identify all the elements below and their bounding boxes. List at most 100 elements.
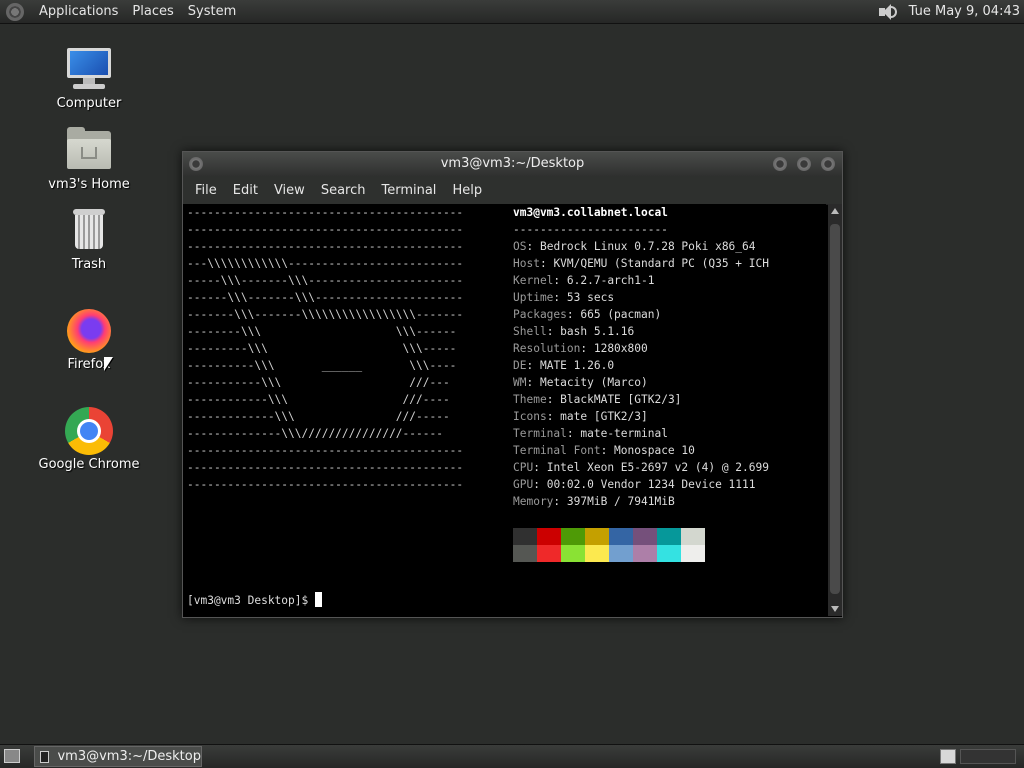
show-desktop-icon[interactable] <box>4 749 20 763</box>
desktop-icon-label: Google Chrome <box>38 457 140 472</box>
home-folder-icon <box>65 127 113 175</box>
info-row: Theme: BlackMATE [GTK2/3] <box>513 391 769 408</box>
menu-applications[interactable]: Applications <box>32 4 125 19</box>
menu-places[interactable]: Places <box>125 4 180 19</box>
palette-swatch <box>537 545 561 562</box>
info-row: Resolution: 1280x800 <box>513 340 769 357</box>
palette-swatch <box>585 545 609 562</box>
panel-tray: Tue May 9, 04:43 <box>877 2 1024 22</box>
terminal-window[interactable]: vm3@vm3:~/Desktop File Edit View Search … <box>182 151 843 618</box>
info-key: GPU <box>513 478 534 491</box>
desktop-icon-firefox[interactable]: Firefox <box>34 307 144 372</box>
minimize-button[interactable] <box>773 157 787 171</box>
info-key: Resolution <box>513 342 581 355</box>
color-palette <box>513 528 705 562</box>
info-key: Memory <box>513 495 554 508</box>
desktop-icon-label: Computer <box>56 96 122 111</box>
info-value: Metacity (Marco) <box>539 376 648 389</box>
taskbar-window-button[interactable]: vm3@vm3:~/Desktop <box>34 746 202 767</box>
trash-icon <box>65 207 113 255</box>
desktop-icon-computer[interactable]: Computer <box>34 46 144 111</box>
desktop-icon-home[interactable]: vm3's Home <box>34 127 144 192</box>
palette-swatch <box>681 528 705 545</box>
info-row: Terminal: mate-terminal <box>513 425 769 442</box>
palette-swatch <box>513 528 537 545</box>
mouse-pointer-icon <box>104 357 113 371</box>
palette-swatch <box>513 545 537 562</box>
info-colon: : <box>526 359 540 372</box>
info-value: 00:02.0 Vendor 1234 Device 1111 <box>546 478 756 491</box>
info-key: Terminal Font <box>513 444 601 457</box>
info-row: Kernel: 6.2.7-arch1-1 <box>513 272 769 289</box>
info-colon: : <box>553 274 567 287</box>
computer-icon <box>65 46 113 94</box>
info-key: WM <box>513 376 527 389</box>
scroll-down-icon[interactable] <box>831 606 839 612</box>
info-row: Shell: bash 5.1.16 <box>513 323 769 340</box>
info-row: Terminal Font: Monospace 10 <box>513 442 769 459</box>
info-row: Packages: 665 (pacman) <box>513 306 769 323</box>
info-row: DE: MATE 1.26.0 <box>513 357 769 374</box>
terminal-content[interactable]: ----------------------------------------… <box>183 204 826 616</box>
user-host: vm3@vm3.collabnet.local <box>513 206 668 219</box>
clock[interactable]: Tue May 9, 04:43 <box>909 4 1020 19</box>
info-colon: : <box>600 444 615 457</box>
info-key: Kernel <box>513 274 554 287</box>
menu-file[interactable]: File <box>187 183 225 198</box>
terminal-scrollbar[interactable] <box>828 204 842 616</box>
info-key: Uptime <box>513 291 554 304</box>
info-row: CPU: Intel Xeon E5-2697 v2 (4) @ 2.699 <box>513 459 769 476</box>
desktop-icon-chrome[interactable]: Google Chrome <box>34 407 144 472</box>
info-value: 397MiB / 7941MiB <box>566 495 675 508</box>
info-row: GPU: 00:02.0 Vendor 1234 Device 1111 <box>513 476 769 493</box>
info-value: BlackMATE [GTK2/3] <box>560 393 682 406</box>
menu-help[interactable]: Help <box>444 183 490 198</box>
info-value: bash 5.1.16 <box>560 325 635 338</box>
scroll-up-icon[interactable] <box>831 208 839 214</box>
info-colon: : <box>533 478 547 491</box>
workspace-switcher[interactable] <box>960 749 1016 764</box>
close-button[interactable] <box>821 157 835 171</box>
shell-prompt[interactable]: [vm3@vm3 Desktop]$ <box>187 592 322 609</box>
info-key: Host <box>513 257 540 270</box>
info-colon: : <box>566 427 581 440</box>
info-colon: : <box>533 461 547 474</box>
info-value: mate-terminal <box>580 427 668 440</box>
info-value: MATE 1.26.0 <box>539 359 615 372</box>
palette-swatch <box>609 528 633 545</box>
window-titlebar[interactable]: vm3@vm3:~/Desktop <box>183 152 842 176</box>
palette-swatch <box>657 528 681 545</box>
scrollbar-thumb[interactable] <box>830 224 840 594</box>
firefox-icon <box>65 307 113 355</box>
info-value: 6.2.7-arch1-1 <box>566 274 655 287</box>
menu-terminal[interactable]: Terminal <box>373 183 444 198</box>
desktop-icon-trash[interactable]: Trash <box>34 207 144 272</box>
workspace-1[interactable] <box>940 749 956 764</box>
menu-search[interactable]: Search <box>313 183 374 198</box>
maximize-button[interactable] <box>797 157 811 171</box>
window-title: vm3@vm3:~/Desktop <box>440 156 585 171</box>
menu-system[interactable]: System <box>181 4 243 19</box>
info-key: Theme <box>513 393 547 406</box>
info-colon: : <box>553 495 567 508</box>
chrome-icon <box>65 407 113 455</box>
info-key: Icons <box>513 410 547 423</box>
info-row: Icons: mate [GTK2/3] <box>513 408 769 425</box>
info-key: OS <box>513 240 527 253</box>
prompt-text: [vm3@vm3 Desktop]$ <box>187 594 315 607</box>
menu-view[interactable]: View <box>266 183 313 198</box>
palette-swatch <box>537 528 561 545</box>
top-panel: Applications Places System Tue May 9, 04… <box>0 0 1024 24</box>
menu-edit[interactable]: Edit <box>225 183 266 198</box>
mate-logo-icon[interactable] <box>6 2 24 21</box>
info-colon: : <box>546 393 561 406</box>
info-colon: : <box>526 376 540 389</box>
volume-icon[interactable] <box>877 2 899 22</box>
palette-swatch <box>585 528 609 545</box>
info-key: Terminal <box>513 427 567 440</box>
bottom-panel: vm3@vm3:~/Desktop <box>0 744 1024 768</box>
info-colon: : <box>546 410 561 423</box>
info-value: 1280x800 <box>593 342 648 355</box>
palette-swatch <box>633 545 657 562</box>
palette-swatch <box>657 545 681 562</box>
